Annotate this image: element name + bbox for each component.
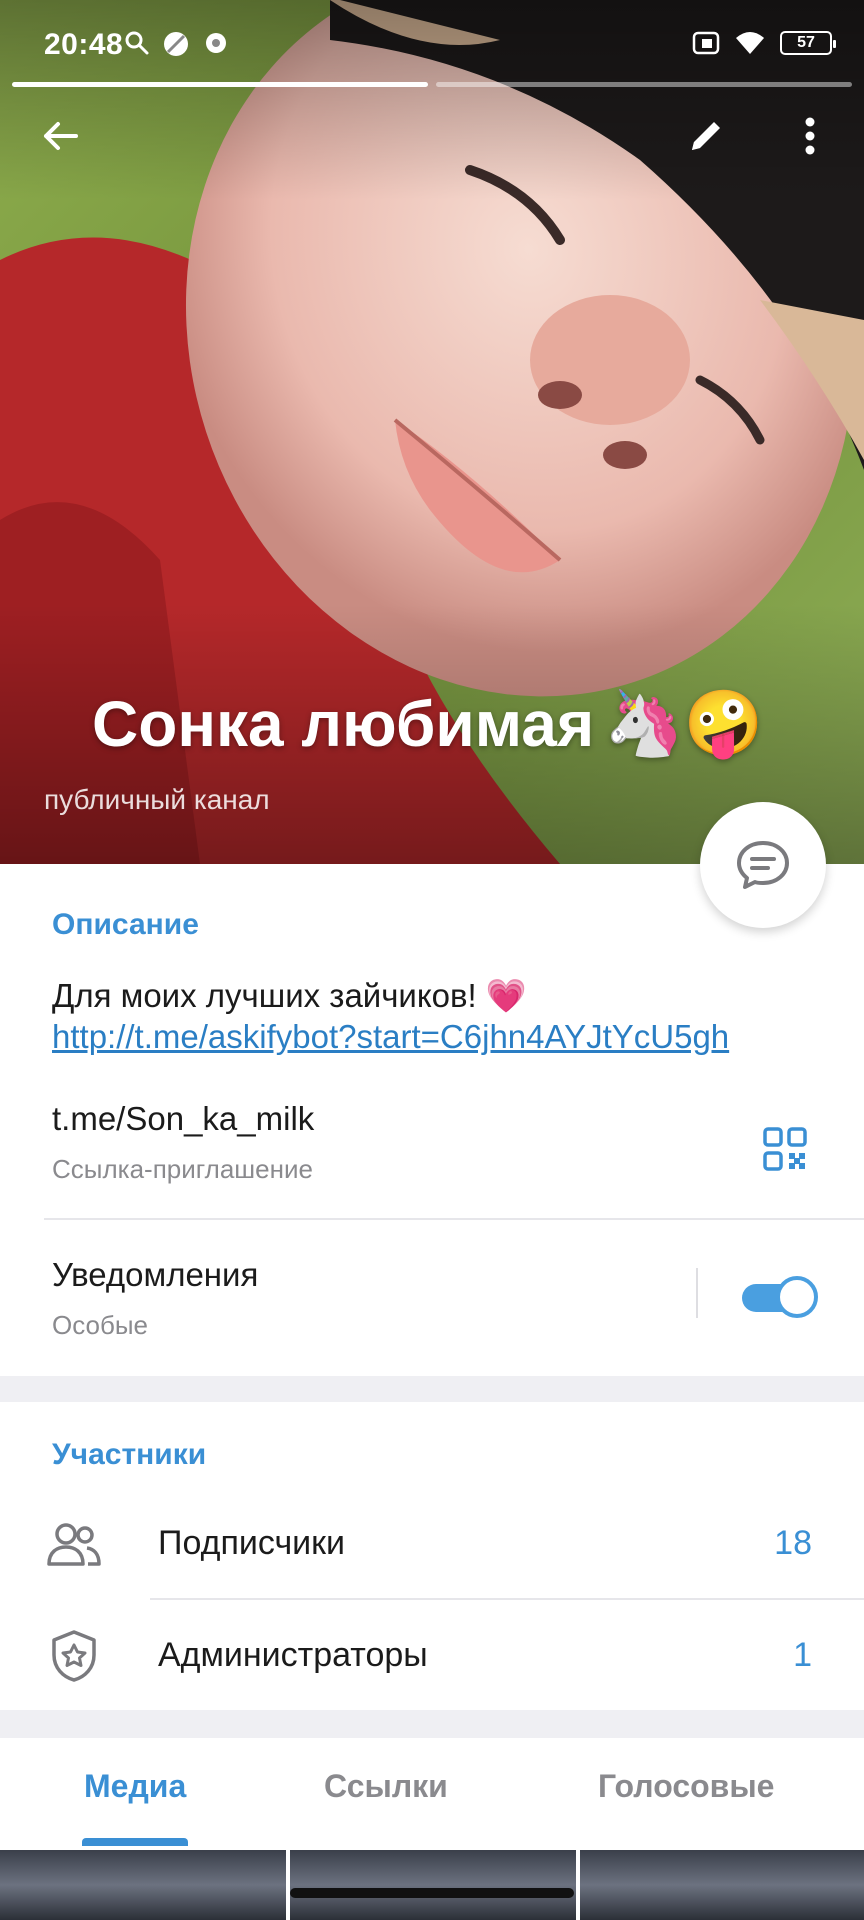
info-card: Описание Для моих лучших зайчиков! 💗 htt… <box>0 864 864 1376</box>
channel-type: публичный канал <box>44 784 270 815</box>
tab-links[interactable]: Ссылки <box>324 1768 448 1805</box>
story-progress <box>12 82 852 87</box>
status-icons-left <box>124 30 230 58</box>
subscribers-row[interactable]: Подписчики 18 <box>0 1488 864 1598</box>
chat-bubble-icon <box>206 33 226 53</box>
tab-media[interactable]: Медиа <box>84 1768 186 1805</box>
tab-voice[interactable]: Голосовые <box>598 1768 774 1805</box>
more-button[interactable] <box>774 100 846 172</box>
qr-code-icon <box>763 1127 807 1171</box>
people-icon <box>44 1514 104 1574</box>
vertical-separator <box>696 1268 698 1318</box>
toggle-knob <box>776 1276 818 1318</box>
members-card: Участники Подписчики 18 Администраторы 1 <box>0 1402 864 1710</box>
media-tabs: Медиа Ссылки Голосовые <box>0 1738 864 1850</box>
notifications-label[interactable]: Уведомления <box>52 1256 258 1294</box>
qr-code-button[interactable] <box>750 1114 820 1184</box>
discussion-button[interactable] <box>700 802 826 928</box>
description-title: Описание <box>52 908 199 941</box>
status-bar: 20:48 57 <box>0 0 864 80</box>
more-vertical-icon <box>805 117 815 155</box>
channel-name: Сонка любимая 🦄🤪 <box>92 686 764 761</box>
moon-icon <box>164 32 188 56</box>
description-text: Для моих лучших зайчиков! 💗 <box>52 977 527 1014</box>
profile-header: 20:48 57 Сонка любимая 🦄🤪 публичный кана… <box>0 0 864 864</box>
divider <box>44 1218 864 1220</box>
home-indicator[interactable] <box>290 1888 574 1898</box>
subscribers-label: Подписчики <box>158 1524 346 1562</box>
subscribers-count: 18 <box>774 1524 812 1562</box>
administrators-label: Администраторы <box>158 1636 428 1674</box>
administrators-count: 1 <box>793 1636 812 1674</box>
tab-indicator <box>82 1838 188 1846</box>
media-thumbnail[interactable] <box>0 1850 286 1920</box>
edit-button[interactable] <box>670 100 742 172</box>
media-thumbnail[interactable] <box>290 1850 576 1920</box>
media-thumbnail[interactable] <box>580 1850 864 1920</box>
description-link[interactable]: http://t.me/askifybot?start=C6jhn4AYJtYc… <box>52 1018 729 1056</box>
channel-name-emojis: 🦄🤪 <box>604 687 764 759</box>
back-button[interactable] <box>24 100 96 172</box>
notifications-value: Особые <box>52 1310 149 1340</box>
notifications-toggle[interactable] <box>742 1276 818 1318</box>
battery-icon: 57 <box>780 31 836 55</box>
pencil-icon <box>692 122 720 150</box>
status-icons-right: 57 <box>692 30 836 56</box>
invite-link[interactable]: t.me/Son_ka_milk <box>52 1100 314 1138</box>
admin-shield-icon <box>44 1626 104 1686</box>
story-progress-segment <box>12 82 428 87</box>
status-time: 20:48 <box>44 28 124 61</box>
wifi-icon <box>736 32 764 54</box>
invite-link-label: Ссылка-приглашение <box>52 1154 313 1184</box>
channel-name-text: Сонка любимая <box>92 687 595 760</box>
sim-icon <box>692 31 720 55</box>
media-grid <box>0 1850 864 1920</box>
story-progress-segment <box>436 82 852 87</box>
back-arrow-icon <box>44 122 78 150</box>
administrators-row[interactable]: Администраторы 1 <box>0 1600 864 1710</box>
members-title: Участники <box>52 1438 207 1471</box>
chat-icon <box>737 841 789 889</box>
search-icon <box>125 31 149 55</box>
